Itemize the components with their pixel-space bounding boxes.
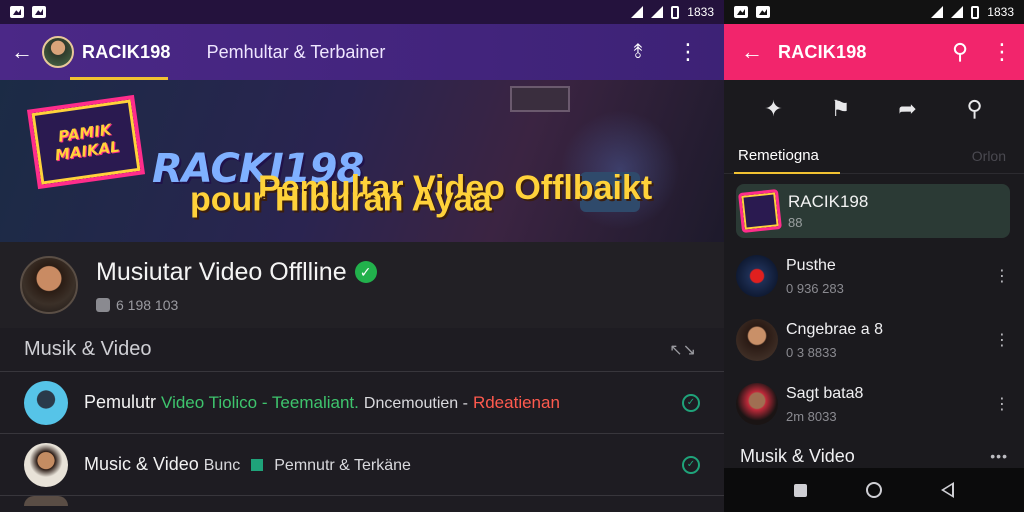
back-arrow-icon[interactable]: ←: [8, 38, 36, 66]
banner-subheadline: pour Hiburan Ayaa: [190, 180, 492, 219]
tab-secondary[interactable]: Orlon: [972, 148, 1006, 164]
channel-banner: PAMIK MAIKAL RACKI198 Pemultar Video Off…: [0, 80, 724, 242]
list-item-title: Sagt bata8: [786, 384, 864, 402]
subscribers-icon: [96, 297, 110, 312]
list-item-avatar: [24, 442, 68, 487]
check-circle-icon[interactable]: ✓: [682, 393, 700, 412]
item-more-icon[interactable]: ⋮: [994, 394, 1010, 414]
more-horiz-icon[interactable]: •••: [990, 448, 1008, 464]
wifi-icon: [931, 6, 944, 18]
item-more-icon[interactable]: ⋮: [994, 330, 1010, 350]
status-time: 1833: [687, 5, 714, 19]
home-icon[interactable]: [865, 482, 882, 498]
list-item-title: Pusthe: [786, 256, 836, 274]
channel-avatar[interactable]: [42, 36, 74, 68]
search-icon[interactable]: ⚲: [946, 38, 974, 66]
verified-check-icon: ✓: [354, 261, 377, 283]
tab-indicator: [734, 172, 840, 174]
more-vert-icon[interactable]: ⋮: [988, 38, 1016, 66]
status-bar: 1833: [0, 0, 724, 24]
expand-icon[interactable]: ↖↘: [669, 340, 696, 360]
list-item-avatar: [736, 383, 778, 425]
list-item[interactable]: Sagt bata8 2m 8033 ⋮: [724, 372, 1024, 436]
featured-sub: 88: [788, 215, 803, 230]
list-item[interactable]: Music & Video Bunc Pemnutr & Terkäne ✓: [0, 434, 724, 496]
list-item-avatar: [24, 380, 68, 425]
channel-name: Musiutar Video Offlline: [96, 257, 347, 286]
channel-header: Musiutar Video Offlline ✓ 6 198 103: [0, 242, 724, 328]
item-more-icon[interactable]: ⋮: [994, 266, 1010, 286]
list-item-avatar: [736, 319, 778, 361]
channel-profile-avatar[interactable]: [20, 256, 78, 314]
list-item-title: Cngebrae a 8: [786, 320, 883, 338]
list-item-dim-text-2: Pemnutr & Terkäne: [274, 457, 411, 474]
microphone-icon[interactable]: ⚲: [962, 96, 988, 122]
app-bar-title[interactable]: RACIK198: [778, 42, 867, 63]
image-notification-icon: [32, 6, 46, 18]
list-item[interactable]: Pemulutr Video Tiolico - Teemaliant. Dnc…: [0, 372, 724, 434]
check-circle-icon[interactable]: ✓: [682, 455, 700, 474]
nav-back-icon[interactable]: [941, 482, 955, 498]
pin-icon[interactable]: ✦: [761, 96, 787, 122]
app-bar: ← RACIK198 Pemhultar & Terbainer ⥉ ⋮: [0, 24, 724, 80]
list-item-title: Pemulutr: [84, 392, 157, 412]
gallery-notification-icon: [10, 6, 24, 18]
wall-frame: [510, 86, 570, 112]
list-item-avatar: [24, 496, 68, 506]
share-icon[interactable]: ⥉: [624, 38, 652, 66]
tag-icon[interactable]: ⚑: [828, 96, 854, 122]
tag-square-icon: [251, 459, 264, 471]
list-item[interactable]: Cngebrae a 8 0 3 8833 ⋮: [724, 308, 1024, 372]
list-item-sub: 0 936 283: [786, 280, 844, 296]
list-item-sub: 2m 8033: [786, 408, 837, 424]
left-phone-screen: 1833 ← RACIK198 Pemhultar & Terbainer ⥉ …: [0, 0, 724, 512]
app-bar: ← RACIK198 ⚲ ⋮: [724, 24, 1024, 80]
status-bar: 1833: [724, 0, 1024, 24]
signal-icon: [951, 6, 964, 18]
gallery-notification-icon: [734, 6, 748, 18]
list-item-dim-text-1: Bunc: [203, 457, 241, 474]
tab-bar: Remetiogna Orlon: [724, 138, 1024, 174]
featured-thumbnail: [738, 189, 782, 233]
back-arrow-icon[interactable]: ←: [738, 38, 766, 66]
share-arrow-icon[interactable]: ➦: [895, 96, 921, 122]
featured-item[interactable]: RACIK198 88: [736, 184, 1010, 238]
battery-icon: [971, 5, 980, 19]
app-bar-title[interactable]: RACIK198: [82, 42, 171, 63]
wifi-icon: [631, 6, 644, 18]
banner-logo-badge: PAMIK MAIKAL: [26, 94, 146, 190]
signal-icon: [651, 6, 664, 18]
list-item[interactable]: Pusthe 0 936 283 ⋮: [724, 244, 1024, 308]
featured-title: RACIK198: [788, 192, 869, 211]
status-time: 1833: [987, 5, 1014, 19]
list-item-dim-text: Dncemoutien -: [363, 395, 468, 412]
right-phone-screen: 1833 ← RACIK198 ⚲ ⋮ ✦ ⚑ ➦ ⚲ Remetiogna O…: [724, 0, 1024, 512]
tab-active[interactable]: Remetiogna: [738, 147, 819, 164]
system-nav-bar: [724, 468, 1024, 512]
app-bar-subtitle: Pemhultar & Terbainer: [206, 41, 386, 62]
channel-meta: 6 198 103: [116, 296, 179, 313]
list-item-title: Music & Video: [84, 454, 199, 474]
list-item-sub: 0 3 8833: [786, 344, 837, 360]
action-toolbar: ✦ ⚑ ➦ ⚲: [724, 80, 1024, 138]
image-notification-icon: [756, 6, 770, 18]
list-item-partial: [0, 496, 724, 506]
recents-icon[interactable]: [793, 483, 807, 497]
list-item-red-text: Rdeatienan: [472, 393, 560, 412]
more-vert-icon[interactable]: ⋮: [674, 38, 702, 66]
battery-icon: [671, 5, 680, 19]
list-item-green-text: Video Tiolico - Teemaliant.: [161, 393, 359, 412]
list-item-avatar: [736, 255, 778, 297]
section-header: Musik & Video ↖↘: [0, 328, 724, 372]
section-title: Musik & Video: [740, 445, 855, 466]
section-title: Musik & Video: [24, 338, 152, 360]
